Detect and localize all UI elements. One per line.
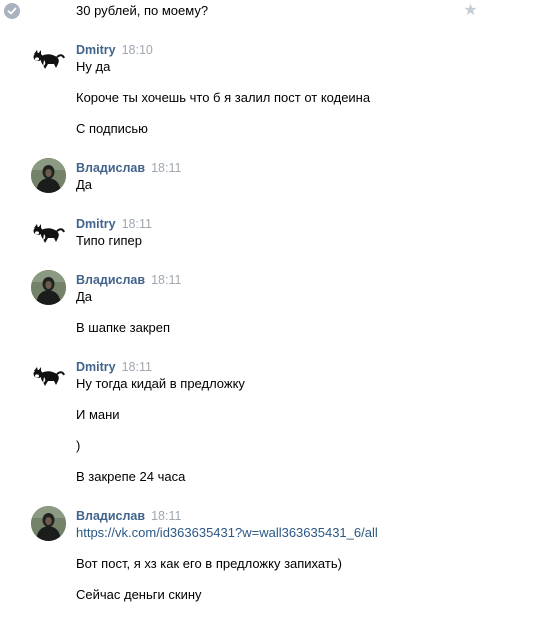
message-time[interactable]: 18:11 <box>151 161 181 175</box>
cat-avatar-icon <box>31 357 66 392</box>
message-header: Владислав 18:11 <box>76 508 181 524</box>
star-icon[interactable]: ★ <box>463 3 478 19</box>
message-text: Короче ты хочешь что б я залил пост от к… <box>76 90 371 105</box>
message-time[interactable]: 18:11 <box>151 273 181 287</box>
author-name[interactable]: Владислав <box>76 273 145 287</box>
author-name[interactable]: Владислав <box>76 161 145 175</box>
person-avatar-icon <box>31 506 66 541</box>
cat-avatar-icon <box>31 214 66 249</box>
avatar[interactable] <box>31 506 66 541</box>
message-header: Владислав 18:11 <box>76 160 181 176</box>
message-header: Dmitry 18:11 <box>76 216 152 232</box>
message-time[interactable]: 18:11 <box>122 217 152 231</box>
message-text: Сейчас деньги скину <box>76 587 202 602</box>
message-text: В шапке закреп <box>76 320 171 335</box>
message-group[interactable]: Владислав 18:11 Да <box>0 158 544 198</box>
message-row-continued[interactable]: 30 рублей, по моему? ★ <box>0 0 544 24</box>
message-text: 30 рублей, по моему? <box>76 3 209 18</box>
message-text: ) <box>76 438 81 453</box>
message-link[interactable]: https://vk.com/id363635431?w=wall3636354… <box>76 525 378 541</box>
message-time[interactable]: 18:11 <box>151 509 181 523</box>
message-group[interactable]: Владислав 18:11 https://vk.com/id36363543… <box>0 506 544 606</box>
message-group[interactable]: Dmitry 18:11 Типо гипер <box>0 214 544 254</box>
message-text: Ну да <box>76 59 111 74</box>
person-avatar-icon <box>31 270 66 305</box>
message-group[interactable]: Dmitry 18:11 Ну тогда кидай в предложку И… <box>0 357 544 487</box>
message-time[interactable]: 18:10 <box>122 43 153 57</box>
message-time[interactable]: 18:11 <box>122 360 152 374</box>
message-text: Да <box>76 289 93 304</box>
chat-history: 30 рублей, по моему? ★ Dmitry 18:10 Ну да… <box>0 0 544 619</box>
cat-avatar-icon <box>31 40 66 75</box>
message-header: Dmitry 18:10 <box>76 42 153 58</box>
author-name[interactable]: Владислав <box>76 509 145 523</box>
avatar[interactable] <box>31 158 66 193</box>
message-text: Типо гипер <box>76 233 143 248</box>
check-circle-icon[interactable] <box>4 3 20 19</box>
author-name[interactable]: Dmitry <box>76 43 116 57</box>
message-group[interactable]: Dmitry 18:10 Ну да Короче ты хочешь что б… <box>0 40 544 140</box>
person-avatar-icon <box>31 158 66 193</box>
message-text: В закрепе 24 часа <box>76 469 186 484</box>
message-header: Владислав 18:11 <box>76 272 181 288</box>
message-group[interactable]: Владислав 18:11 Да В шапке закреп <box>0 270 544 340</box>
avatar[interactable] <box>31 270 66 305</box>
message-text: Вот пост, я хз как его в предложку запих… <box>76 556 342 571</box>
avatar[interactable] <box>31 214 66 249</box>
avatar[interactable] <box>31 357 66 392</box>
author-name[interactable]: Dmitry <box>76 217 116 231</box>
message-text: И мани <box>76 407 120 422</box>
author-name[interactable]: Dmitry <box>76 360 116 374</box>
message-text: Ну тогда кидай в предложку <box>76 376 245 391</box>
avatar[interactable] <box>31 40 66 75</box>
message-text: С подписью <box>76 121 148 136</box>
message-text: Да <box>76 177 93 192</box>
message-header: Dmitry 18:11 <box>76 359 152 375</box>
